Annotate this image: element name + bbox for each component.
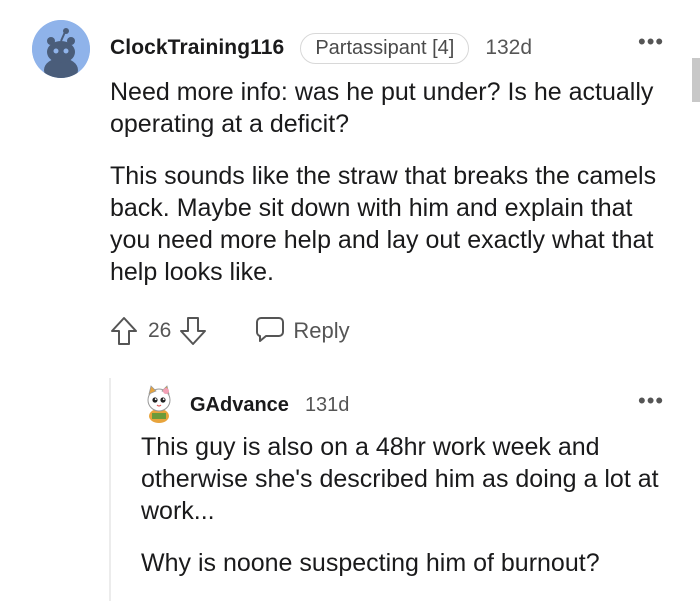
cat-avatar-icon	[147, 385, 171, 423]
comment-actions: 26 Reply	[110, 312, 350, 350]
comment-paragraph: Need more info: was he put under? Is he …	[110, 78, 654, 138]
reply-avatar[interactable]	[142, 384, 176, 424]
downvote-icon[interactable]	[179, 316, 207, 346]
comment-username[interactable]: ClockTraining116	[110, 36, 284, 60]
scrollbar-thumb[interactable]	[692, 58, 700, 102]
reply-more-options-icon[interactable]: •••	[638, 390, 664, 412]
user-avatar[interactable]	[32, 20, 90, 78]
comment-age: 132d	[485, 36, 533, 59]
user-flair-badge: Partassipant [4]	[300, 32, 470, 64]
reply-paragraph: This guy is also on a 48hr work week and…	[141, 433, 659, 525]
vote-score: 26	[148, 319, 172, 342]
comment-paragraph: This sounds like the straw that breaks t…	[110, 162, 657, 286]
upvote-icon[interactable]	[110, 316, 138, 346]
reply-body: This guy is also on a 48hr work week and…	[141, 431, 681, 599]
reply-age: 131d	[304, 393, 350, 416]
reply-username[interactable]: GAdvance	[190, 394, 289, 417]
comment-body: Need more info: was he put under? Is he …	[110, 76, 670, 308]
reply-label: Reply	[293, 318, 350, 343]
more-options-icon[interactable]: •••	[638, 31, 664, 53]
snoo-icon	[32, 20, 90, 78]
reply-paragraph: Why is noone suspecting him of burnout?	[141, 549, 600, 577]
thread-line[interactable]	[109, 378, 111, 601]
reply-header: GAdvance 131d	[190, 390, 349, 420]
reply-button[interactable]: Reply	[255, 315, 350, 348]
speech-bubble-icon	[255, 315, 285, 348]
comment-header: ClockTraining116 Partassipant [4] 132d	[110, 32, 532, 64]
